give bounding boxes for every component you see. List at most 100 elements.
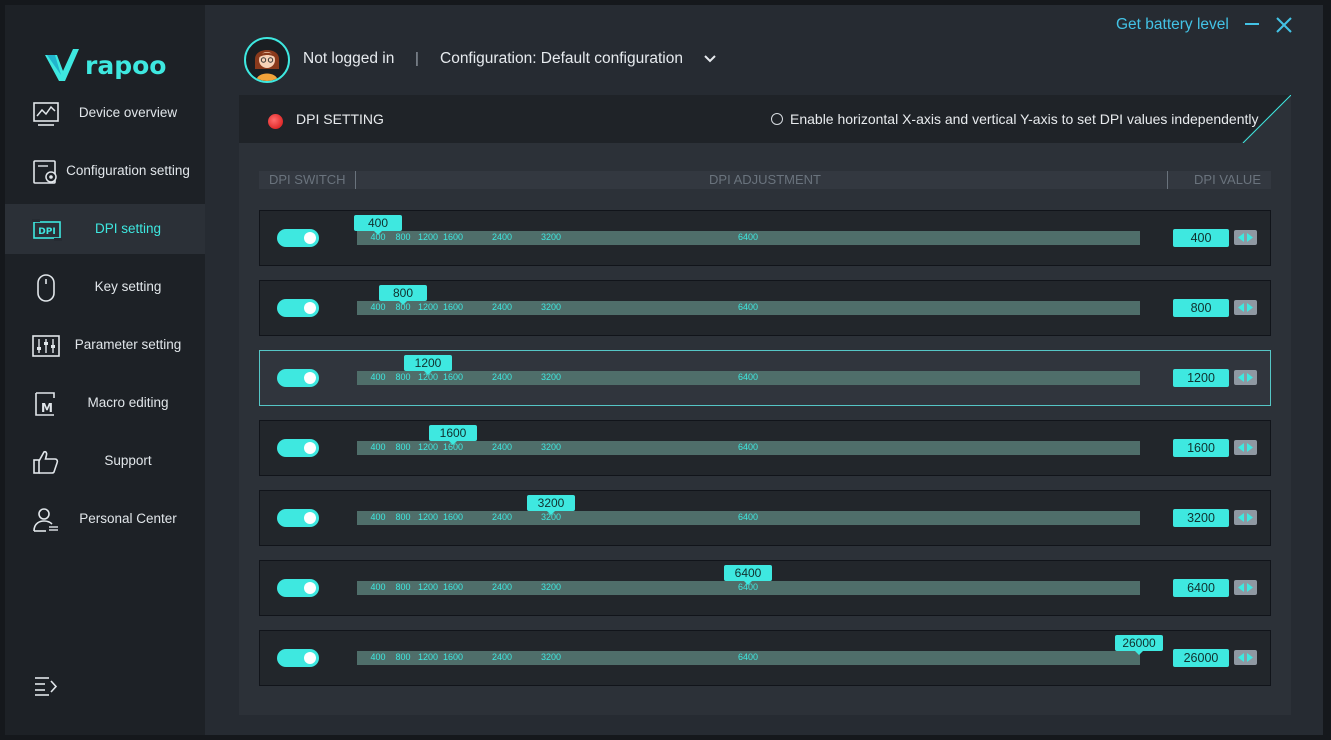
dpi-slider[interactable]: 400 800 1200 1600 2400 3200 6400 3200 (357, 495, 1140, 525)
slider-tick-label: 2400 (491, 232, 513, 242)
column-header: DPI SWITCH DPI ADJUSTMENT DPI VALUE (259, 171, 1271, 189)
slider-tick-label: 2400 (491, 652, 513, 662)
bubble-pointer (424, 371, 432, 375)
slider-tick-label: 800 (395, 652, 411, 662)
dpi-slider[interactable]: 400 800 1200 1600 2400 3200 6400 26000 (357, 635, 1163, 665)
slider-tick-label: 1600 (442, 512, 464, 522)
sidebar: rapoo Device overview Configuration sett… (5, 5, 205, 735)
dpi-switch-toggle[interactable] (277, 299, 319, 317)
slider-tick-label: 1600 (442, 232, 464, 242)
slider-handle-bubble[interactable]: 6400 (724, 565, 772, 585)
col-dpi-value: DPI VALUE (1194, 172, 1261, 187)
slider-tick-label: 400 (370, 302, 386, 312)
sidebar-item-parameter-setting[interactable]: Parameter setting (5, 320, 205, 370)
slider-handle-bubble[interactable]: 1200 (404, 355, 452, 375)
dpi-row[interactable]: 400 800 1200 1600 2400 3200 6400 400 400 (259, 210, 1271, 266)
slider-tick-label: 2400 (491, 302, 513, 312)
sidebar-item-label: Configuration setting (66, 163, 190, 178)
svg-text:DPI: DPI (38, 227, 55, 237)
slider-tick-label: 800 (395, 232, 411, 242)
slider-handle-bubble[interactable]: 1600 (429, 425, 477, 445)
avatar[interactable] (244, 37, 290, 83)
slider-tick-label: 6400 (737, 442, 759, 452)
slider-tick-label: 800 (395, 442, 411, 452)
dpi-row[interactable]: 400 800 1200 1600 2400 3200 6400 800 800 (259, 280, 1271, 336)
bubble-pointer (547, 511, 555, 515)
slider-tick-label: 400 (370, 582, 386, 592)
slider-handle-bubble[interactable]: 800 (379, 285, 427, 305)
dpi-row[interactable]: 400 800 1200 1600 2400 3200 6400 6400 6400 (259, 560, 1271, 616)
sidebar-item-configuration-setting[interactable]: Configuration setting (5, 146, 205, 196)
status-indicator (268, 114, 283, 129)
dpi-value-input[interactable]: 800 (1173, 299, 1229, 317)
slider-tick-label: 800 (395, 372, 411, 382)
slider-tick-label: 800 (395, 582, 411, 592)
slider-tick-label: 400 (370, 652, 386, 662)
dpi-switch-toggle[interactable] (277, 509, 319, 527)
dpi-switch-toggle[interactable] (277, 649, 319, 667)
dpi-value-input[interactable]: 1200 (1173, 369, 1229, 387)
slider-tick-label: 3200 (540, 442, 562, 452)
minimize-icon[interactable] (1243, 15, 1261, 33)
sidebar-item-label: Personal Center (79, 511, 177, 526)
chevron-down-icon[interactable] (703, 53, 717, 65)
dpi-switch-toggle[interactable] (277, 439, 319, 457)
slider-tick-label: 3200 (540, 302, 562, 312)
dpi-stepper-arrows-icon[interactable] (1234, 580, 1257, 595)
slider-handle-bubble[interactable]: 3200 (527, 495, 575, 515)
dpi-row[interactable]: 400 800 1200 1600 2400 3200 6400 3200 3200 (259, 490, 1271, 546)
sidebar-item-support[interactable]: Support (5, 436, 205, 486)
dpi-value-input[interactable]: 1600 (1173, 439, 1229, 457)
dpi-switch-toggle[interactable] (277, 369, 319, 387)
login-status[interactable]: Not logged in (303, 50, 394, 68)
sidebar-item-label: DPI setting (94, 221, 162, 236)
dpi-row[interactable]: 400 800 1200 1600 2400 3200 6400 1600 1600 (259, 420, 1271, 476)
dpi-slider[interactable]: 400 800 1200 1600 2400 3200 6400 1200 (357, 355, 1140, 385)
dpi-value-input[interactable]: 400 (1173, 229, 1229, 247)
toggle-knob (304, 582, 316, 594)
sidebar-item-macro-editing[interactable]: M Macro editing (5, 378, 205, 428)
bubble-pointer (449, 441, 457, 445)
dpi-switch-toggle[interactable] (277, 229, 319, 247)
slider-tick-label: 1200 (417, 512, 439, 522)
dpi-row[interactable]: 400 800 1200 1600 2400 3200 6400 26000 26000 (259, 630, 1271, 686)
sidebar-item-personal-center[interactable]: Personal Center (5, 494, 205, 544)
slider-tick-label: 1600 (442, 652, 464, 662)
app-window: rapoo Device overview Configuration sett… (5, 5, 1323, 735)
dpi-value-input[interactable]: 3200 (1173, 509, 1229, 527)
slider-tick-label: 6400 (737, 232, 759, 242)
dpi-slider[interactable]: 400 800 1200 1600 2400 3200 6400 800 (357, 285, 1140, 315)
menu-collapse-icon[interactable] (33, 674, 59, 698)
dpi-value-input[interactable]: 26000 (1173, 649, 1229, 667)
toggle-knob (304, 512, 316, 524)
dpi-stepper-arrows-icon[interactable] (1234, 510, 1257, 525)
dpi-stepper-arrows-icon[interactable] (1234, 440, 1257, 455)
rapoo-logo: rapoo (43, 47, 173, 83)
slider-tick-label: 1200 (417, 232, 439, 242)
get-battery-link[interactable]: Get battery level (1116, 16, 1229, 34)
dpi-stepper-arrows-icon[interactable] (1234, 230, 1257, 245)
logo-text: rapoo (85, 51, 167, 80)
dpi-row[interactable]: 400 800 1200 1600 2400 3200 6400 1200 1200 (259, 350, 1271, 406)
dpi-slider[interactable]: 400 800 1200 1600 2400 3200 6400 6400 (357, 565, 1140, 595)
sidebar-item-key-setting[interactable]: Key setting (5, 262, 205, 312)
sidebar-item-dpi-setting[interactable]: DPI DPI setting (5, 204, 205, 254)
slider-tick-label: 2400 (491, 442, 513, 452)
dpi-stepper-arrows-icon[interactable] (1234, 650, 1257, 665)
dpi-slider[interactable]: 400 800 1200 1600 2400 3200 6400 1600 (357, 425, 1140, 455)
close-icon[interactable] (1275, 15, 1293, 35)
slider-handle-bubble[interactable]: 400 (354, 215, 402, 235)
dpi-stepper-arrows-icon[interactable] (1234, 370, 1257, 385)
slider-handle-bubble[interactable]: 26000 (1115, 635, 1163, 655)
independent-xy-radio[interactable] (771, 113, 783, 125)
dpi-slider[interactable]: 400 800 1200 1600 2400 3200 6400 400 (354, 215, 1140, 245)
dpi-stepper-arrows-icon[interactable] (1234, 300, 1257, 315)
independent-xy-label[interactable]: Enable horizontal X-axis and vertical Y-… (790, 111, 1259, 127)
dpi-switch-toggle[interactable] (277, 579, 319, 597)
slider-tick-label: 6400 (737, 652, 759, 662)
header-separator: | (415, 50, 419, 67)
configuration-selector[interactable]: Configuration: Default configuration (440, 50, 683, 68)
dpi-value-input[interactable]: 6400 (1173, 579, 1229, 597)
slider-tick-label: 6400 (737, 302, 759, 312)
sidebar-item-device-overview[interactable]: Device overview (5, 88, 205, 138)
